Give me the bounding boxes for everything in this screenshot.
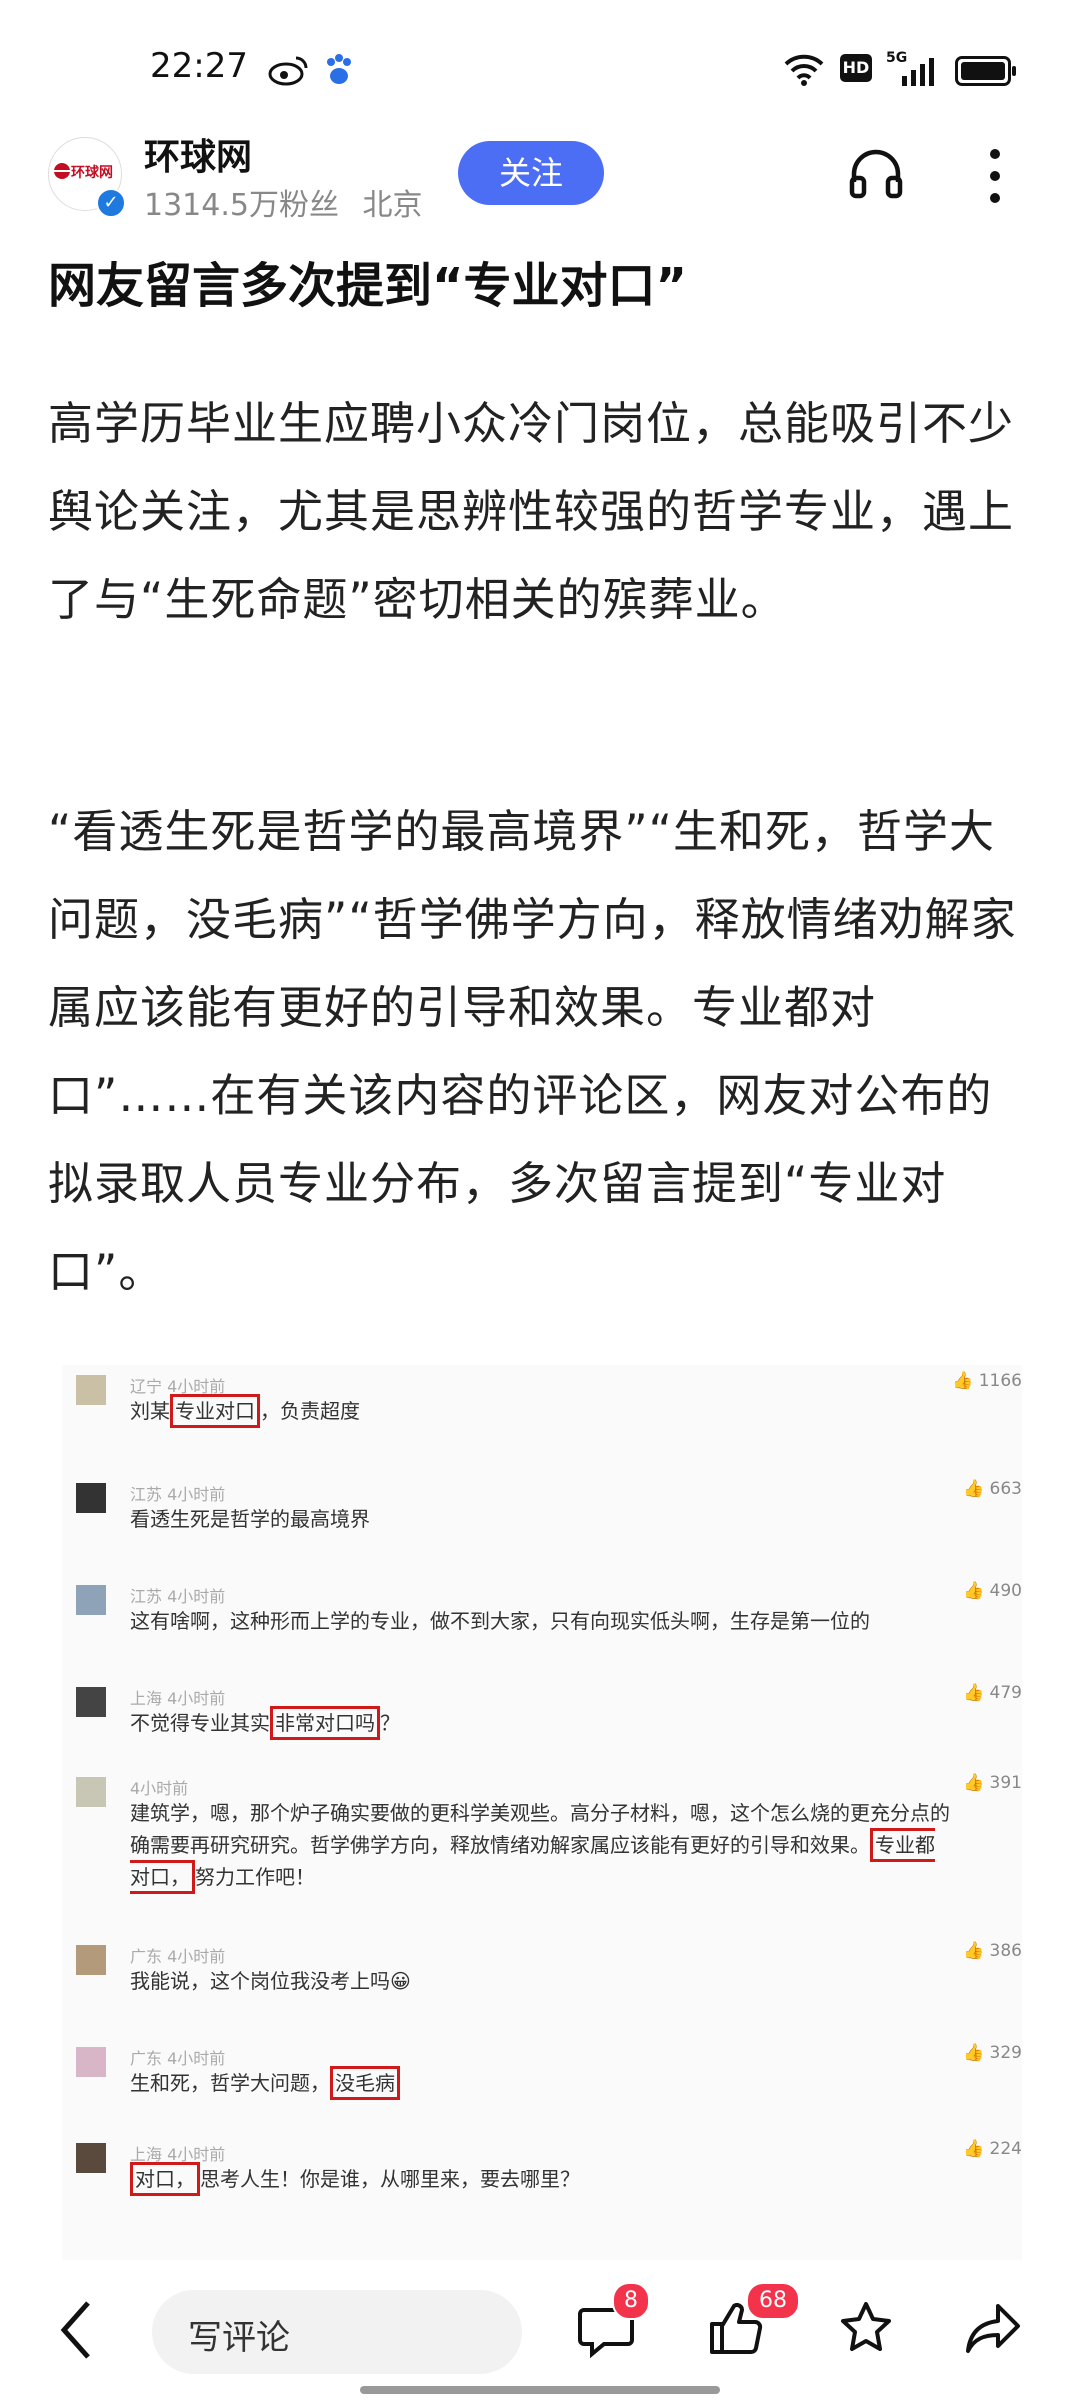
status-time: 22:27 bbox=[150, 46, 248, 86]
comment-text: 我能说，这个岗位我没考上吗😀 bbox=[130, 1969, 411, 1993]
comment-avatar bbox=[76, 1585, 106, 1615]
comment-row: 辽宁 4小时前 刘某 专业对口 ，负责超度 👍 1166 bbox=[62, 1365, 1022, 1465]
comment-avatar bbox=[76, 1375, 106, 1405]
comment-avatar bbox=[76, 1483, 106, 1513]
share-icon[interactable] bbox=[962, 2298, 1024, 2358]
comment-like-count: 👍 391 bbox=[962, 1773, 1022, 1793]
comment-like-count: 👍 490 bbox=[962, 1581, 1022, 1601]
comment-meta: 江苏 4小时前 bbox=[130, 1485, 226, 1504]
comment-like-count: 👍 1166 bbox=[952, 1371, 1022, 1391]
back-icon[interactable] bbox=[56, 2295, 96, 2365]
highlight-box: 专业对口 bbox=[170, 1394, 260, 1428]
comment-like-count: 👍 663 bbox=[962, 1479, 1022, 1499]
account-location: 北京 bbox=[362, 188, 423, 223]
comment-text: 看透生死是哲学的最高境界 bbox=[130, 1507, 370, 1531]
comment-avatar bbox=[76, 1777, 106, 1807]
comment-avatar bbox=[76, 1687, 106, 1717]
article-heading: 网友留言多次提到“专业对口” bbox=[48, 258, 688, 314]
baidu-paw-icon bbox=[327, 54, 351, 84]
wifi-icon bbox=[784, 54, 824, 86]
account-meta: 1314.5万粉丝 北京 bbox=[144, 180, 423, 224]
comment-row: 4小时前 建筑学，嗯，那个炉子确实要做的更科学美观些。高分子材料，嗯，这个怎么烧的… bbox=[62, 1767, 1022, 1894]
headphone-icon[interactable] bbox=[848, 146, 904, 202]
comment-input-placeholder: 写评论 bbox=[188, 2318, 290, 2358]
article-paragraph: 高学历毕业生应聘小众冷门岗位，总能吸引不少舆论关注，尤其是思辨性较强的哲学专业，… bbox=[48, 397, 1015, 626]
follow-button[interactable]: 关注 bbox=[458, 141, 604, 205]
comment-row: 广东 4小时前 生和死，哲学大问题， 没毛病 👍 329 bbox=[62, 2037, 1022, 2137]
comment-text: 这有啥啊，这种形而上学的专业，做不到大家，只有向现实低头啊，生存是第一位的 bbox=[130, 1609, 870, 1633]
comment-meta: 上海 4小时前 bbox=[130, 1689, 226, 1708]
highlight-box: 非常对口吗 bbox=[270, 1706, 380, 1740]
like-count-badge: 68 bbox=[746, 2282, 800, 2320]
signal-icon bbox=[902, 58, 934, 86]
account-name[interactable]: 环球网 bbox=[144, 128, 252, 180]
highlight-box: 没毛病 bbox=[330, 2066, 400, 2100]
comment-text: 生和死，哲学大问题， 没毛病 bbox=[130, 2066, 950, 2100]
hd-icon: HD bbox=[840, 54, 872, 82]
comment-avatar bbox=[76, 1945, 106, 1975]
comment-meta: 广东 4小时前 bbox=[130, 1947, 226, 1966]
weibo-icon bbox=[268, 56, 308, 86]
comment-text: 对口， 思考人生！你是谁，从哪里来，要去哪里？ bbox=[130, 2162, 950, 2196]
favorite-icon[interactable] bbox=[836, 2298, 896, 2358]
comment-like-count: 👍 479 bbox=[962, 1683, 1022, 1703]
home-indicator[interactable] bbox=[360, 2386, 720, 2394]
comment-meta: 广东 4小时前 bbox=[130, 2049, 226, 2068]
comments-screenshot-image: 辽宁 4小时前 刘某 专业对口 ，负责超度 👍 1166 江苏 4小时前 看透生死是哲学的最… bbox=[62, 1365, 1022, 2265]
battery-icon bbox=[955, 56, 1016, 86]
verified-icon: ✓ bbox=[96, 188, 126, 218]
comment-avatar bbox=[76, 2047, 106, 2077]
more-icon[interactable] bbox=[980, 146, 1010, 206]
comment-meta: 4小时前 bbox=[130, 1779, 189, 1798]
article-paragraph: “看透生死是哲学的最高境界”“生和死，哲学大问题，没毛病”“哲学佛学方向，释放情… bbox=[48, 805, 1017, 1298]
comment-like-count: 👍 329 bbox=[962, 2043, 1022, 2063]
logo-globe-icon bbox=[54, 163, 70, 179]
comment-row: 江苏 4小时前看透生死是哲学的最高境界 👍 663 bbox=[62, 1473, 1022, 1573]
comment-row: 上海 4小时前 不觉得专业其实 非常对口吗？ 👍 479 bbox=[62, 1677, 1022, 1777]
comment-text: 建筑学，嗯，那个炉子确实要做的更科学美观些。高分子材料，嗯，这个怎么烧的更充分点… bbox=[130, 1797, 950, 1894]
comment-avatar bbox=[76, 2143, 106, 2173]
highlight-box: 对口， bbox=[130, 2162, 200, 2196]
comment-meta: 江苏 4小时前 bbox=[130, 1587, 226, 1606]
comment-text: 不觉得专业其实 非常对口吗？ bbox=[130, 1706, 950, 1740]
comment-row: 上海 4小时前 对口， 思考人生！你是谁，从哪里来，要去哪里？ 👍 224 bbox=[62, 2133, 1022, 2233]
comment-row: 广东 4小时前我能说，这个岗位我没考上吗😀 👍 386 bbox=[62, 1935, 1022, 2035]
followers-count: 1314.5万粉丝 bbox=[144, 188, 339, 223]
comment-text: 刘某 专业对口 ，负责超度 bbox=[130, 1394, 950, 1428]
comment-count-badge: 8 bbox=[612, 2282, 650, 2320]
logo-text: 环球网 bbox=[71, 165, 113, 181]
comment-row: 江苏 4小时前这有啥啊，这种形而上学的专业，做不到大家，只有向现实低头啊，生存是… bbox=[62, 1575, 1022, 1675]
comment-like-count: 👍 224 bbox=[962, 2139, 1022, 2159]
comment-like-count: 👍 386 bbox=[962, 1941, 1022, 1961]
